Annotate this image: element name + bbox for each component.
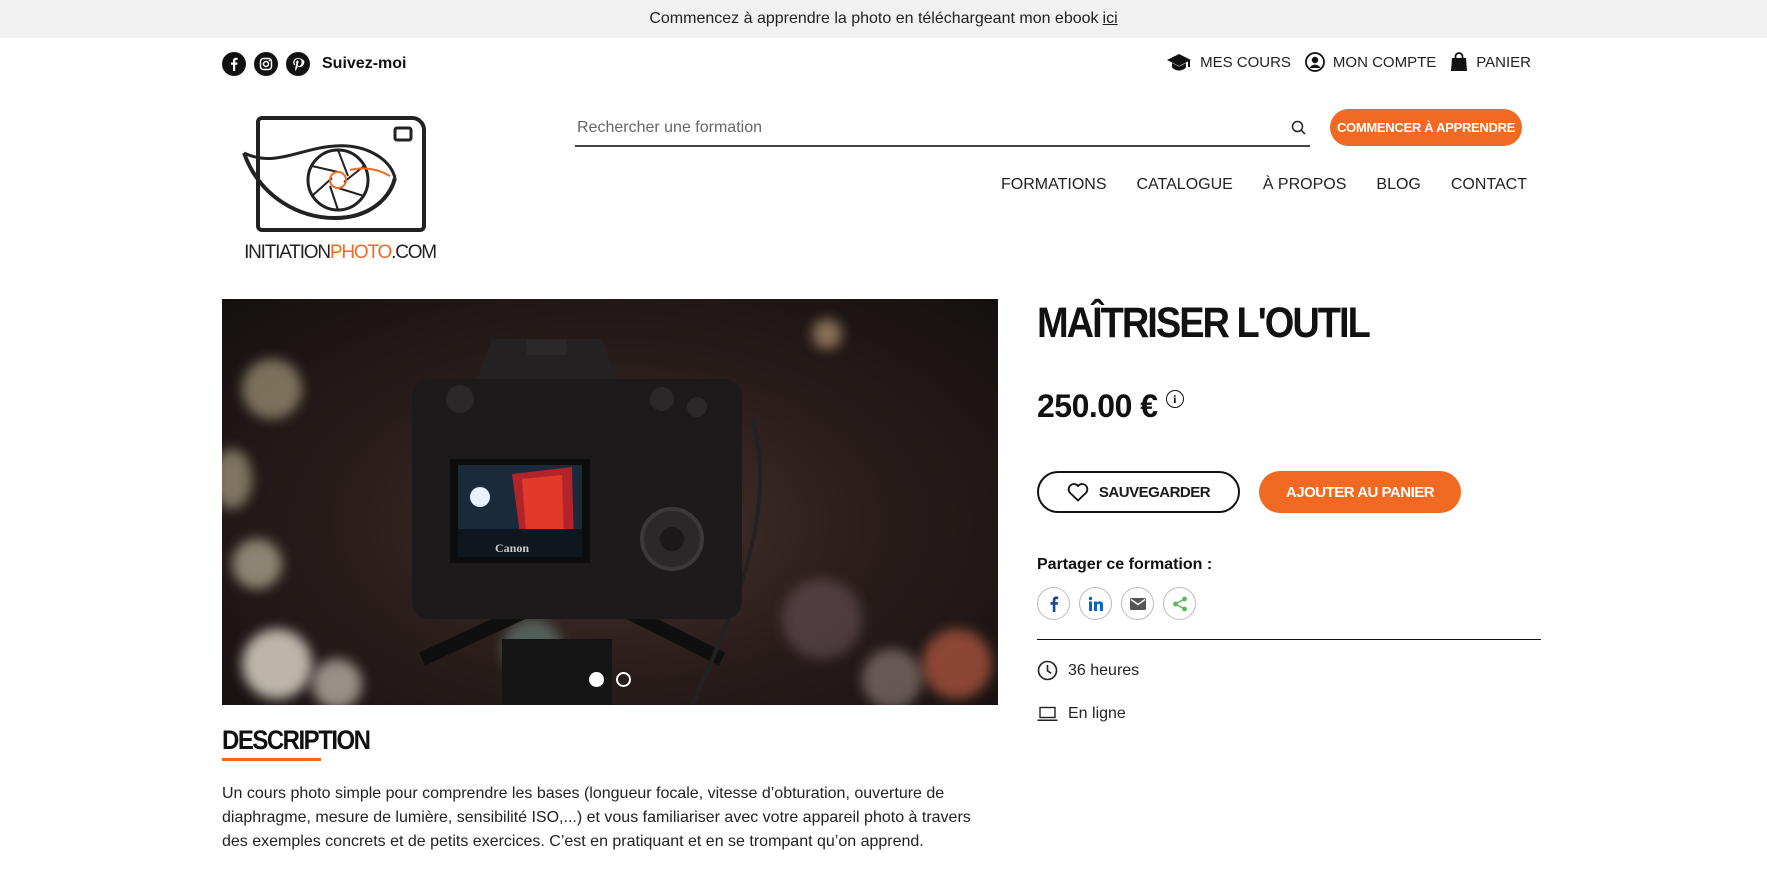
nav-a-propos[interactable]: À PROPOS bbox=[1263, 176, 1347, 194]
product-price: 250.00 € i bbox=[1037, 388, 1184, 425]
my-account-link[interactable]: MON COMPTE bbox=[1305, 52, 1436, 72]
shopping-bag-icon bbox=[1451, 52, 1468, 71]
divider bbox=[1037, 639, 1541, 640]
clock-icon bbox=[1037, 660, 1058, 681]
camera-brand-text: Canon bbox=[495, 541, 530, 555]
cart-label: PANIER bbox=[1476, 53, 1531, 71]
my-courses-label: MES COURS bbox=[1200, 53, 1291, 71]
share-label: Partager ce formation : bbox=[1037, 556, 1213, 573]
duration-row: 36 heures bbox=[1037, 660, 1139, 681]
announcement-text: Commencez à apprendre la photo en téléch… bbox=[649, 10, 1099, 27]
nav-blog[interactable]: BLOG bbox=[1376, 176, 1420, 194]
graduation-cap-icon bbox=[1167, 54, 1192, 71]
carousel-dots bbox=[222, 672, 998, 687]
mode-text: En ligne bbox=[1068, 705, 1126, 722]
site-logo[interactable]: INITIATIONPHOTO.COM bbox=[240, 108, 440, 268]
user-icon bbox=[1305, 52, 1325, 72]
email-icon bbox=[1129, 597, 1146, 610]
social-links: Suivez-moi bbox=[222, 52, 406, 76]
social-label: Suivez-moi bbox=[322, 55, 407, 72]
heart-icon bbox=[1067, 483, 1089, 502]
product-title: MAÎTRISER L'OUTIL bbox=[1037, 300, 1371, 348]
facebook-icon[interactable] bbox=[222, 52, 246, 76]
nav-formations[interactable]: FORMATIONS bbox=[1001, 176, 1106, 194]
product-image-carousel[interactable]: Canon bbox=[222, 299, 998, 705]
linkedin-icon bbox=[1088, 596, 1103, 611]
search-icon[interactable] bbox=[1286, 120, 1310, 135]
carousel-dot-1[interactable] bbox=[589, 672, 604, 687]
share-icon bbox=[1172, 596, 1187, 611]
cart-link[interactable]: PANIER bbox=[1450, 52, 1531, 72]
pinterest-icon[interactable] bbox=[286, 52, 310, 76]
share-email-button[interactable] bbox=[1121, 587, 1154, 620]
logo-text-b: PHOTO bbox=[329, 242, 392, 263]
description-underline bbox=[222, 758, 321, 761]
share-buttons bbox=[1037, 587, 1196, 620]
save-button[interactable]: SAUVEGARDER bbox=[1037, 471, 1240, 513]
announcement-link[interactable]: ici bbox=[1103, 10, 1118, 28]
description-heading: DESCRIPTION bbox=[222, 726, 371, 756]
my-courses-link[interactable]: MES COURS bbox=[1166, 52, 1291, 72]
my-account-label: MON COMPTE bbox=[1332, 53, 1437, 71]
search-input[interactable] bbox=[575, 112, 1286, 143]
add-to-cart-button[interactable]: AJOUTER AU PANIER bbox=[1259, 471, 1461, 513]
nav-contact[interactable]: CONTACT bbox=[1451, 176, 1527, 194]
start-learning-button[interactable]: COMMENCER À APPRENDRE bbox=[1330, 109, 1522, 146]
search-bar bbox=[575, 110, 1310, 147]
info-icon[interactable]: i bbox=[1165, 390, 1184, 408]
account-nav: MES COURS MON COMPTE PANIER bbox=[1158, 52, 1531, 72]
logo-wordmark: INITIATIONPHOTO.COM bbox=[240, 242, 440, 264]
camera-illustration bbox=[412, 339, 763, 705]
duration-text: 36 heures bbox=[1068, 661, 1140, 679]
save-label: SAUVEGARDER bbox=[1098, 483, 1211, 501]
instagram-icon[interactable] bbox=[254, 52, 278, 76]
description-text: Un cours photo simple pour comprendre le… bbox=[222, 785, 971, 850]
price-value: 250.00 € bbox=[1037, 388, 1158, 424]
nav-catalogue[interactable]: CATALOGUE bbox=[1137, 176, 1233, 194]
share-facebook-button[interactable] bbox=[1037, 587, 1070, 620]
carousel-dot-2[interactable] bbox=[616, 672, 631, 687]
share-generic-button[interactable] bbox=[1163, 587, 1196, 620]
announcement-bar: Commencez à apprendre la photo en téléch… bbox=[0, 0, 1767, 38]
mode-row: En ligne bbox=[1037, 705, 1126, 723]
laptop-icon bbox=[1037, 706, 1058, 721]
share-linkedin-button[interactable] bbox=[1079, 587, 1112, 620]
main-nav: FORMATIONS CATALOGUE À PROPOS BLOG CONTA… bbox=[1001, 176, 1527, 194]
logo-text-a: INITIATION bbox=[244, 242, 331, 263]
facebook-icon bbox=[1050, 596, 1058, 612]
camera-aperture-logo bbox=[242, 116, 426, 232]
logo-text-c: .COM bbox=[391, 242, 437, 263]
